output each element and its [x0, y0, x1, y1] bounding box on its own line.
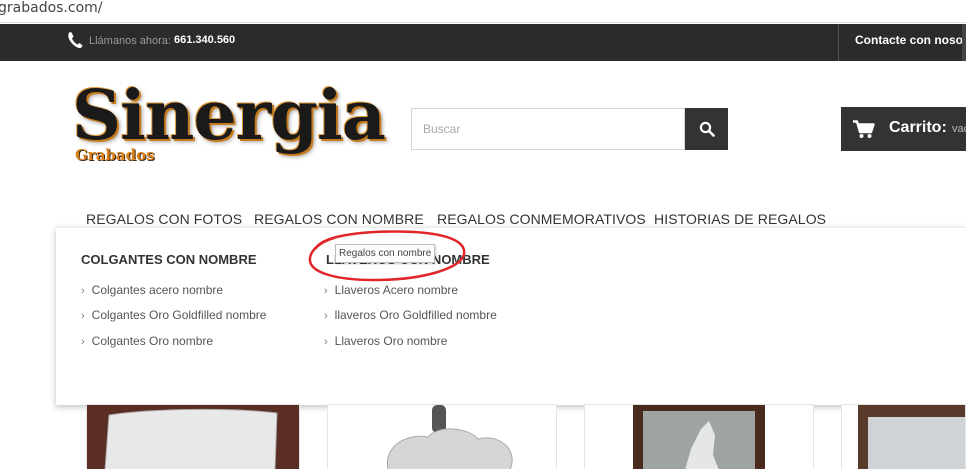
address-bar-url: grabados.com/: [0, 0, 103, 16]
product-image: [87, 405, 299, 469]
top-info-bar: Llámanos ahora: 661.340.560 Contacte con…: [0, 24, 966, 61]
cart-label: Carrito:: [889, 119, 947, 136]
scrollbar-edge: [962, 24, 966, 61]
cart-icon: [853, 120, 875, 138]
chevron-right-icon: ›: [324, 336, 328, 348]
site-logo[interactable]: Sinergia Grabados: [72, 76, 386, 168]
address-bar[interactable]: grabados.com/: [0, 0, 966, 23]
call-label: Llámanos ahora:: [89, 35, 171, 47]
phone-icon: [68, 32, 83, 49]
chevron-right-icon: ›: [81, 285, 85, 297]
cart-button[interactable]: Carrito: vacío: [841, 107, 966, 151]
menu-column-title[interactable]: COLGANTES CON NOMBRE: [81, 252, 257, 267]
search-button[interactable]: [685, 108, 728, 150]
logo-name: Sinergia: [72, 76, 386, 156]
product-card[interactable]: [841, 404, 966, 469]
nav-historias-de-regalos[interactable]: HISTORIAS DE REGALOS: [654, 211, 826, 227]
search-input[interactable]: [411, 108, 685, 150]
topbar-divider: [838, 24, 839, 61]
product-image: [585, 405, 813, 469]
tooltip: Regalos con nombre: [335, 244, 436, 263]
chevron-right-icon: ›: [81, 336, 85, 348]
product-card[interactable]: [86, 404, 300, 469]
product-card[interactable]: [584, 404, 814, 469]
nav-regalos-conmemorativos[interactable]: REGALOS CONMEMORATIVOS: [437, 211, 646, 227]
chevron-right-icon: ›: [324, 310, 328, 322]
menu-link[interactable]: › llaveros Oro Goldfilled nombre: [324, 308, 497, 322]
search-icon: [699, 121, 715, 137]
menu-link[interactable]: › Colgantes acero nombre: [81, 283, 223, 297]
mega-menu-dropdown: COLGANTES CON NOMBRE › Colgantes acero no…: [56, 227, 966, 405]
product-card[interactable]: [327, 404, 557, 469]
chevron-right-icon: ›: [324, 285, 328, 297]
product-image: [328, 405, 556, 469]
logo-tagline: Grabados: [75, 146, 155, 164]
phone-number[interactable]: 661.340.560: [174, 34, 235, 46]
nav-regalos-con-nombre[interactable]: REGALOS CON NOMBRE: [254, 211, 424, 227]
contact-link[interactable]: Contacte con nosotros: [855, 33, 966, 47]
cart-status: vacío: [952, 123, 966, 135]
menu-link[interactable]: › Llaveros Oro nombre: [324, 334, 447, 348]
menu-link[interactable]: › Colgantes Oro Goldfilled nombre: [81, 308, 266, 322]
menu-link[interactable]: › Llaveros Acero nombre: [324, 283, 458, 297]
nav-regalos-con-fotos[interactable]: REGALOS CON FOTOS: [86, 211, 242, 227]
product-image: [842, 405, 965, 469]
menu-link[interactable]: › Colgantes Oro nombre: [81, 334, 213, 348]
chevron-right-icon: ›: [81, 310, 85, 322]
